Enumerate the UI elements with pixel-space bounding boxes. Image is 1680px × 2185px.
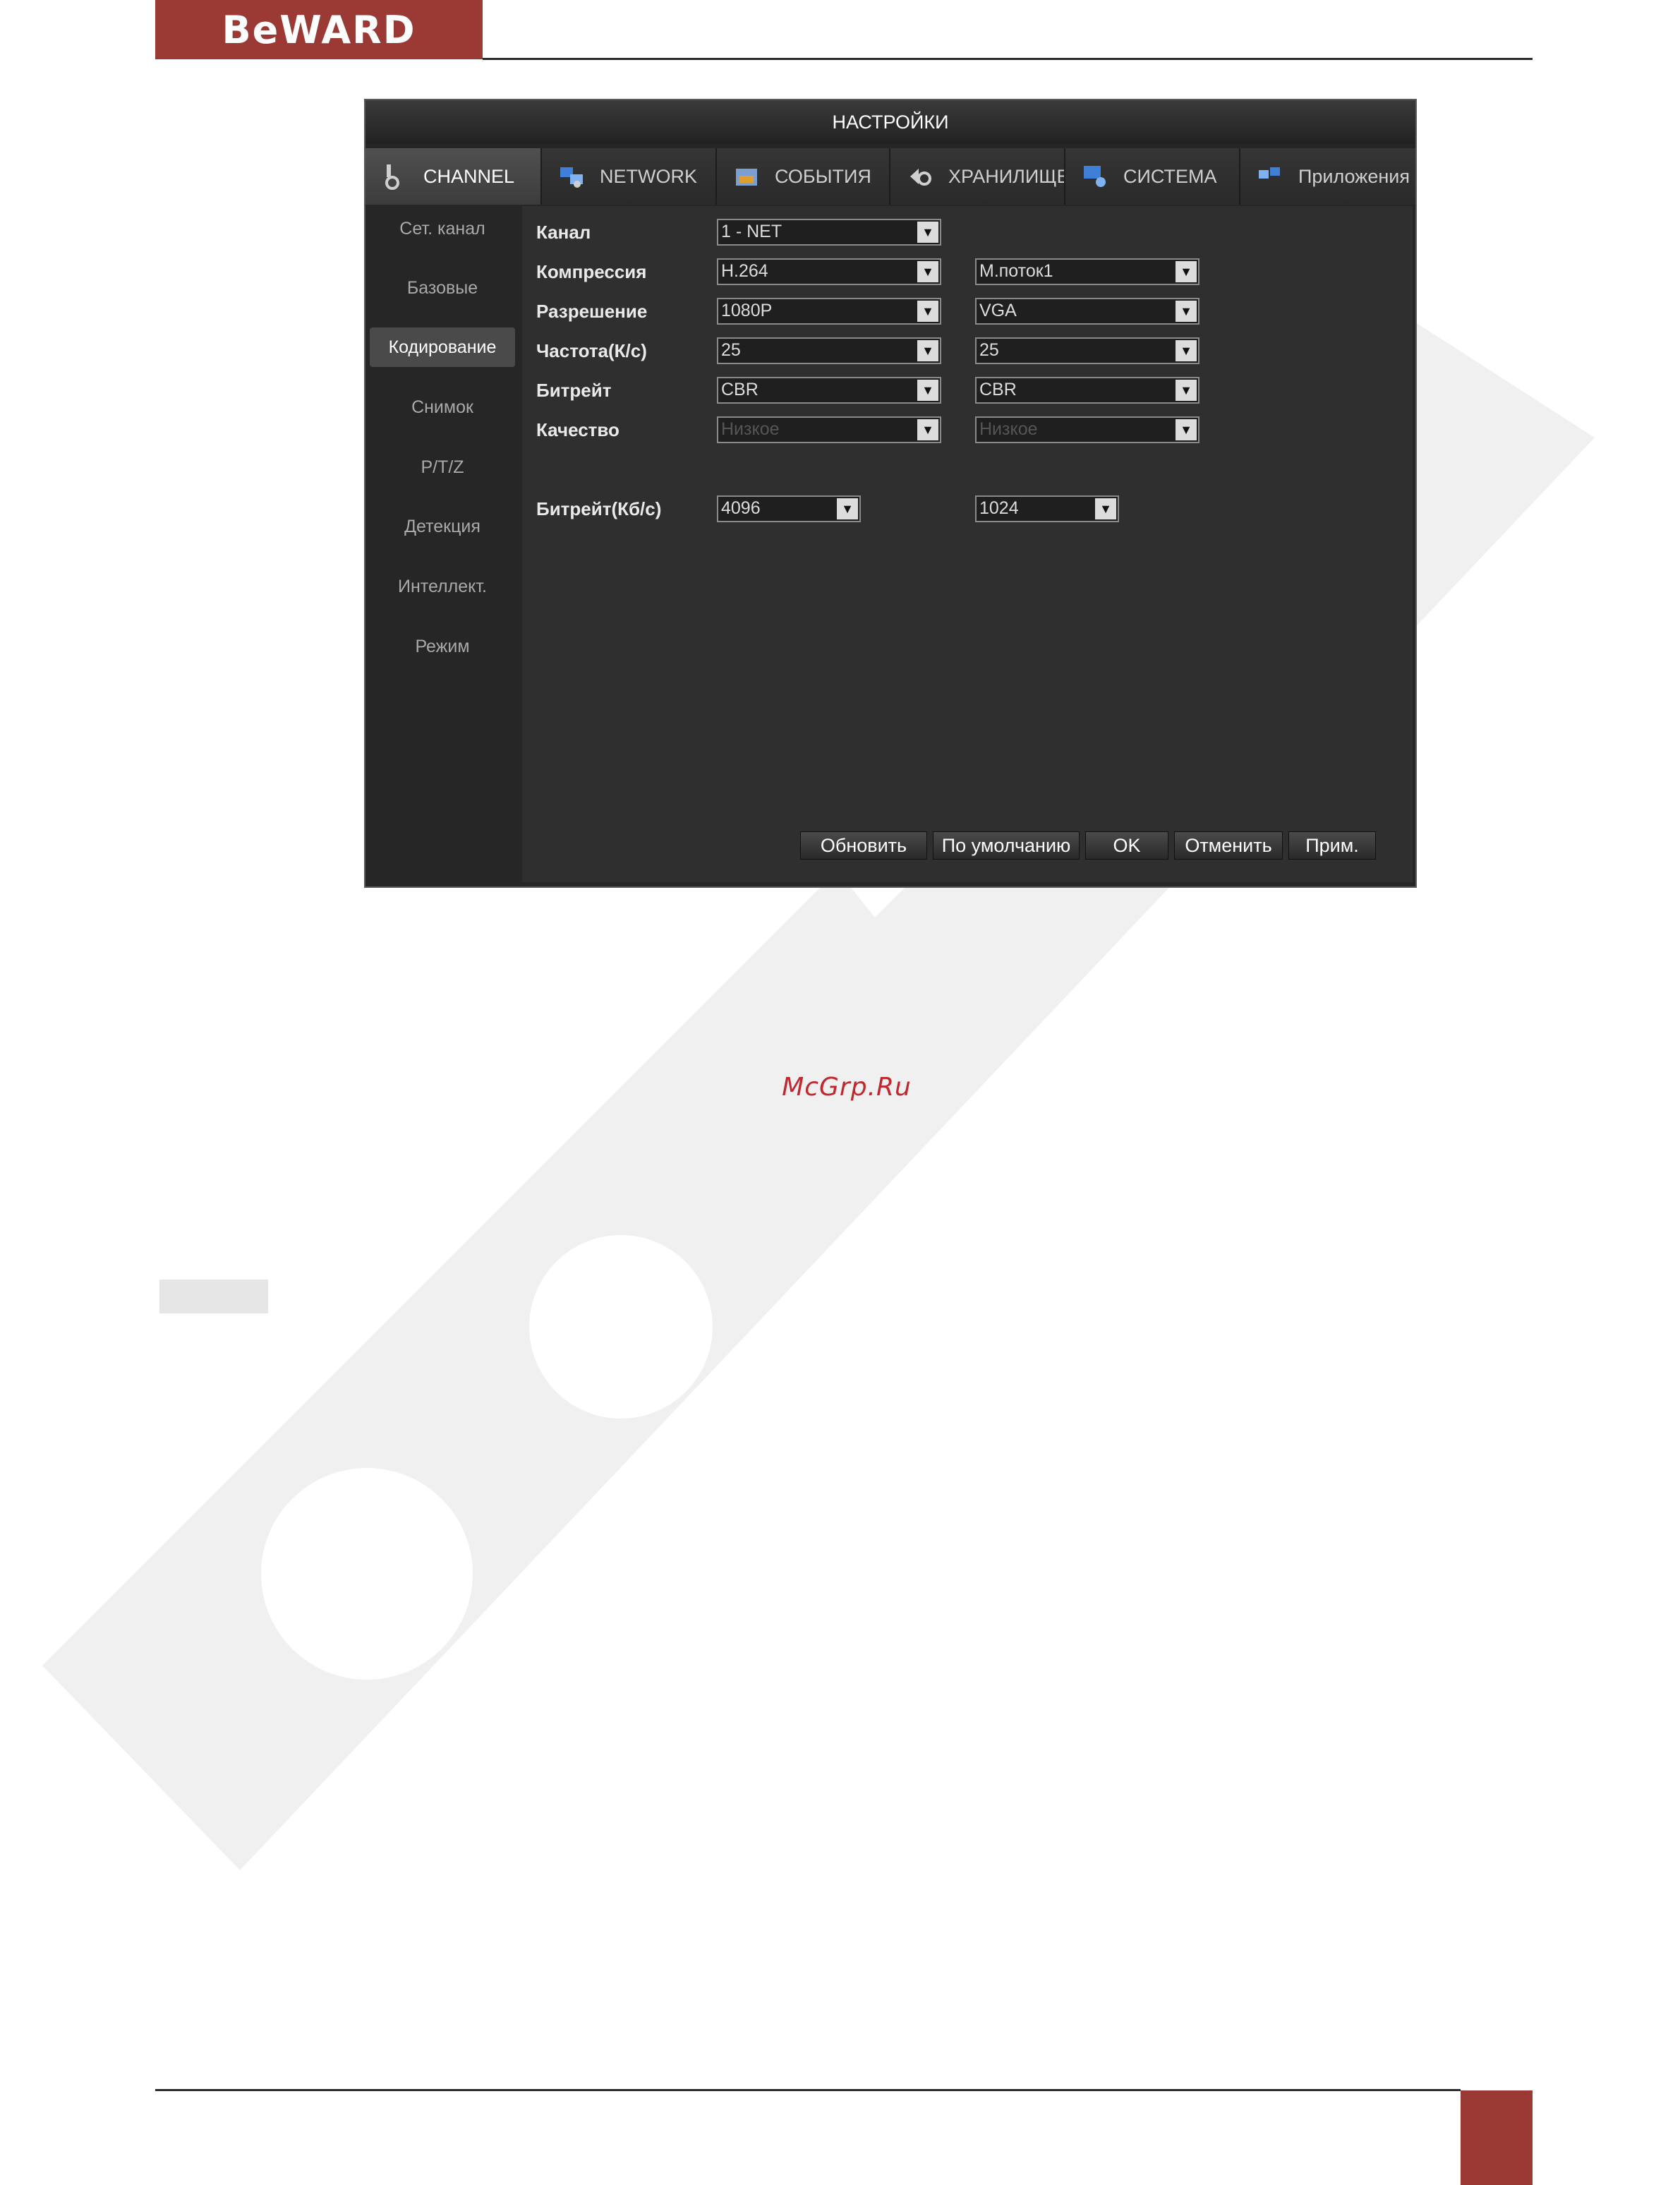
bitrate-mode-main-select[interactable]: CBR ▼ [717,377,941,404]
tab-events[interactable]: СОБЫТИЯ [717,148,890,205]
framerate-label: Частота(К/с) [536,340,647,361]
resolution-main-select[interactable]: 1080P ▼ [717,298,941,325]
resolution-label: Разрешение [536,301,648,322]
bitrate-kbps-sub-select[interactable]: 1024 ▼ [975,495,1119,522]
bitrate-mode-label: Битрейт [536,380,612,401]
logo-text: BeWARD [222,7,416,52]
apps-icon [1259,167,1280,179]
sidebar-item-encoding[interactable]: Кодирование [370,327,515,367]
brand-logo: BeWARD [155,0,483,59]
tab-channel[interactable]: CHANNEL [365,148,542,205]
page-number-box [1461,2090,1533,2185]
site-watermark-text: McGrp.Ru [782,1073,912,1102]
tab-label: Приложения [1298,165,1410,187]
select-value: 25 [979,340,999,360]
quality-sub-select: Низкое ▼ [975,416,1199,443]
chevron-down-icon: ▼ [837,498,858,519]
select-value: Низкое [721,419,780,439]
tab-label: CHANNEL [423,165,515,187]
sidebar-item-network-channel[interactable]: Сет. канал [370,209,515,248]
ok-button[interactable]: OK [1085,831,1168,860]
sidebar-item-intelligent[interactable]: Интеллект. [370,567,515,606]
resolution-sub-select[interactable]: VGA ▼ [975,298,1199,325]
chevron-down-icon: ▼ [917,301,938,322]
chevron-down-icon: ▼ [917,380,938,401]
chevron-down-icon: ▼ [917,222,938,243]
tab-label: СИСТЕМА [1123,165,1217,187]
chevron-down-icon: ▼ [1176,261,1197,282]
tab-bar: CHANNEL NETWORK СОБЫТИЯ ХРАНИЛИЩЕ СИСТЕМ… [365,148,1415,206]
cancel-button[interactable]: Отменить [1174,831,1283,860]
chevron-down-icon: ▼ [917,419,938,440]
channel-label: Канал [536,222,591,243]
apply-button[interactable]: Прим. [1288,831,1376,860]
storage-icon [910,169,931,186]
select-value: CBR [721,380,759,399]
select-value: 25 [721,340,741,360]
tab-label: NETWORK [600,165,697,187]
compression-main-select[interactable]: H.264 ▼ [717,258,941,285]
settings-window: НАСТРОЙКИ CHANNEL NETWORK СОБЫТИЯ ХРАНИЛ… [364,99,1417,888]
select-value: VGA [979,301,1017,320]
tab-label: СОБЫТИЯ [775,165,871,187]
chevron-down-icon: ▼ [1176,301,1197,322]
bitrate-kbps-label: Битрейт(Кб/с) [536,498,662,519]
tab-system[interactable]: СИСТЕМА [1065,148,1240,205]
refresh-button[interactable]: Обновить [800,831,927,860]
select-value: CBR [979,380,1017,399]
compression-sub-select[interactable]: M.поток1 ▼ [975,258,1199,285]
compression-label: Компрессия [536,261,647,282]
header-rule [483,58,1533,60]
chevron-down-icon: ▼ [1176,419,1197,440]
channel-select[interactable]: 1 - NET ▼ [717,219,941,246]
tab-storage[interactable]: ХРАНИЛИЩЕ [890,148,1065,205]
sidebar-item-mode[interactable]: Режим [370,627,515,666]
tab-label: ХРАНИЛИЩЕ [948,165,1065,187]
network-icon [560,167,583,188]
encoding-panel: Канал 1 - NET ▼ Компрессия H.264 ▼ M.пот… [522,206,1413,882]
select-value: M.поток1 [979,261,1053,281]
footer-rule [155,2089,1461,2091]
chevron-down-icon: ▼ [917,261,938,282]
chevron-down-icon: ▼ [917,340,938,361]
events-icon [736,169,757,186]
select-value: H.264 [721,261,768,281]
tab-apps[interactable]: Приложения [1240,148,1415,205]
camera-icon [385,164,399,190]
chevron-down-icon: ▼ [1095,498,1116,519]
select-value: 1 - NET [721,222,782,241]
bitrate-kbps-main-select[interactable]: 4096 ▼ [717,495,861,522]
bitrate-mode-sub-select[interactable]: CBR ▼ [975,377,1199,404]
sidebar-item-snapshot[interactable]: Снимок [370,387,515,427]
sidebar-item-basic[interactable]: Базовые [370,268,515,308]
chevron-down-icon: ▼ [1176,340,1197,361]
default-button[interactable]: По умолчанию [933,831,1080,860]
chevron-down-icon: ▼ [1176,380,1197,401]
sidebar-item-ptz[interactable]: P/T/Z [370,447,515,487]
select-value: 1024 [979,498,1019,518]
select-value: 4096 [721,498,761,518]
framerate-sub-select[interactable]: 25 ▼ [975,337,1199,364]
select-value: Низкое [979,419,1038,439]
window-title: НАСТРОЙКИ [365,100,1415,144]
quality-main-select: Низкое ▼ [717,416,941,443]
quality-label: Качество [536,419,620,440]
system-icon [1084,166,1106,187]
tab-network[interactable]: NETWORK [542,148,717,205]
sidebar: Сет. канал Базовые Кодирование Снимок P/… [365,206,521,884]
framerate-main-select[interactable]: 25 ▼ [717,337,941,364]
caption-placeholder [159,1280,268,1313]
select-value: 1080P [721,301,773,320]
sidebar-item-detection[interactable]: Детекция [370,507,515,546]
